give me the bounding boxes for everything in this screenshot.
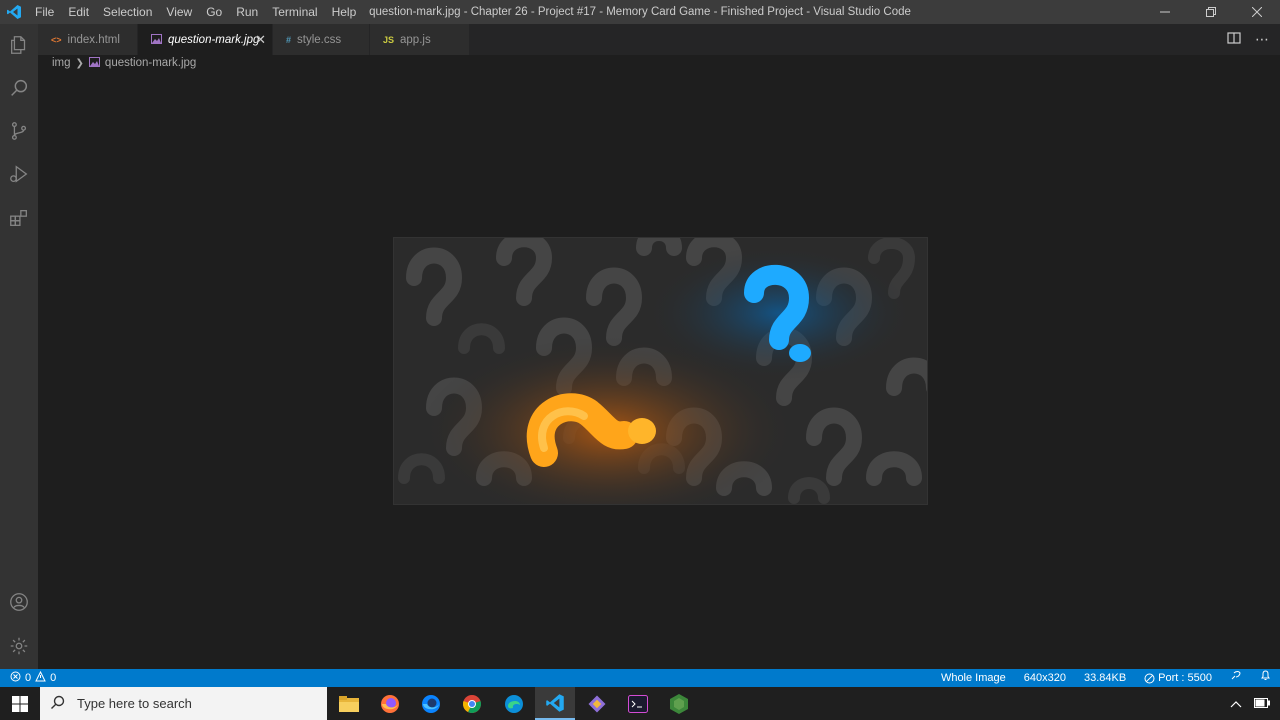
settings-gear-icon[interactable]: [0, 626, 38, 666]
menu-terminal[interactable]: Terminal: [265, 0, 324, 24]
minimize-button[interactable]: [1142, 0, 1188, 24]
tab-app-js[interactable]: JS app.js: [370, 24, 470, 55]
edge-icon[interactable]: [494, 687, 534, 720]
tab-label: question-mark.jpg: [168, 33, 260, 46]
restore-button[interactable]: [1188, 0, 1234, 24]
chevron-right-icon: ❯: [75, 57, 84, 69]
vscode-taskbar-icon[interactable]: [535, 687, 575, 720]
editor-actions: ⋯: [1227, 24, 1270, 55]
status-right: Whole Image 640x320 33.84KB Port : 5500: [932, 669, 1280, 687]
tab-label: style.css: [297, 33, 342, 46]
menu-view[interactable]: View: [159, 0, 199, 24]
feedback-icon[interactable]: [1221, 669, 1251, 687]
explorer-icon[interactable]: [0, 25, 38, 65]
activity-bar: [0, 24, 38, 669]
tab-label: app.js: [400, 33, 431, 46]
menu-bar: File Edit Selection View Go Run Terminal…: [28, 0, 363, 24]
warning-count: 0: [50, 672, 57, 684]
breadcrumb-folder[interactable]: img: [52, 57, 71, 69]
tab-style-css[interactable]: # style.css: [273, 24, 370, 55]
port-label: Port : 5500: [1158, 672, 1212, 684]
image-file-icon: [88, 56, 100, 70]
image-dimensions: 640x320: [1023, 672, 1066, 684]
split-editor-icon[interactable]: [1227, 31, 1241, 48]
terminal-icon[interactable]: [618, 687, 658, 720]
firefox-dev-icon[interactable]: [411, 687, 451, 720]
title-bar: File Edit Selection View Go Run Terminal…: [0, 0, 1280, 24]
live-server-port[interactable]: Port : 5500: [1135, 669, 1221, 687]
close-window-button[interactable]: [1234, 0, 1280, 24]
warning-icon: [35, 670, 46, 685]
menu-go[interactable]: Go: [199, 0, 229, 24]
editor-tabs: <> index.html question-mark.jpg ✕ # styl…: [38, 24, 1280, 55]
git-tool-icon[interactable]: [577, 687, 617, 720]
firefox-icon[interactable]: [370, 687, 410, 720]
source-control-icon[interactable]: [0, 111, 38, 151]
error-count: 0: [25, 672, 32, 684]
vscode-logo-icon: [0, 0, 28, 24]
run-debug-icon[interactable]: [0, 154, 38, 194]
windows-start-button[interactable]: [0, 687, 40, 720]
css-file-icon: #: [286, 34, 292, 45]
error-icon: [10, 671, 21, 685]
extensions-icon[interactable]: [0, 198, 38, 238]
menu-help[interactable]: Help: [325, 0, 364, 24]
taskbar-search-box[interactable]: Type here to search: [40, 687, 327, 720]
image-file-icon: [151, 33, 162, 46]
breadcrumb-file[interactable]: question-mark.jpg: [105, 57, 196, 69]
menu-edit[interactable]: Edit: [61, 0, 96, 24]
menu-selection[interactable]: Selection: [96, 0, 159, 24]
windows-taskbar: Type here to search: [0, 687, 1280, 720]
menu-file[interactable]: File: [28, 0, 61, 24]
file-explorer-icon[interactable]: [329, 687, 369, 720]
notifications-bell-icon[interactable]: [1251, 669, 1280, 687]
chevron-up-icon[interactable]: [1230, 697, 1242, 711]
search-icon: [50, 695, 65, 713]
account-icon[interactable]: [0, 582, 38, 622]
problems-indicator[interactable]: 0 0: [0, 670, 57, 685]
breadcrumb: img ❯ question-mark.jpg: [52, 55, 196, 71]
status-bar: 0 0 Whole Image 640x320 33.84KB Port : 5…: [0, 669, 1280, 687]
system-tray: [1230, 687, 1280, 720]
image-preview: [393, 237, 928, 505]
question-mark-image: [394, 238, 927, 504]
tab-question-mark-jpg[interactable]: question-mark.jpg ✕: [138, 24, 273, 55]
tab-index-html[interactable]: <> index.html: [38, 24, 138, 55]
tab-label: index.html: [67, 33, 120, 46]
search-placeholder: Type here to search: [77, 696, 192, 711]
file-size: 33.84KB: [1083, 672, 1127, 684]
chrome-icon[interactable]: [452, 687, 492, 720]
search-icon[interactable]: [0, 68, 38, 108]
html-file-icon: <>: [51, 34, 62, 45]
js-file-icon: JS: [383, 34, 395, 45]
zoom-mode[interactable]: Whole Image: [932, 669, 1015, 687]
battery-icon[interactable]: [1254, 697, 1270, 711]
more-actions-icon[interactable]: ⋯: [1255, 31, 1270, 48]
close-tab-icon[interactable]: ✕: [255, 32, 266, 48]
window-controls: [1142, 0, 1280, 24]
menu-run[interactable]: Run: [229, 0, 265, 24]
nodejs-icon[interactable]: [659, 687, 699, 720]
